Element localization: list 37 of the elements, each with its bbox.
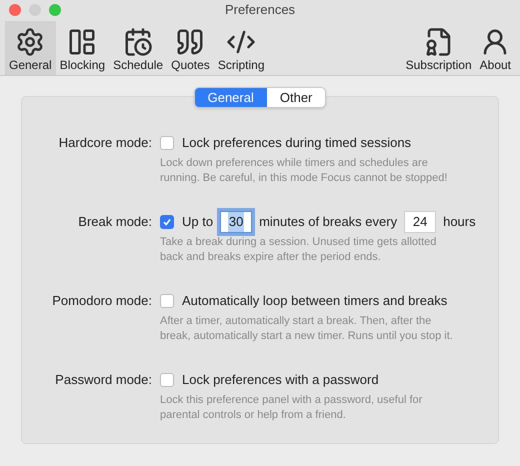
checkmark-icon	[162, 217, 172, 227]
toolbar-tab[interactable]: General	[5, 21, 56, 75]
settings-icon	[15, 27, 46, 57]
checkbox[interactable]	[160, 373, 174, 387]
checkbox[interactable]	[160, 215, 174, 229]
option-text: Lock preferences during timed sessions	[182, 134, 412, 152]
setting-description: Lock this preference panel with a password, useful for parental controls or help from a friend.	[160, 393, 424, 423]
setting-description: After a timer, automatically start a break. Then, after the break, automatically start a new timer. Runs until you stop it.	[160, 314, 454, 344]
option-text: Lock preferences with a password	[182, 371, 379, 390]
option-text: Up to	[182, 213, 214, 232]
setting-label: Password mode:	[54, 371, 153, 389]
setting-label: Hardcore mode:	[58, 134, 153, 152]
option-text: hours	[443, 213, 476, 232]
number-field[interactable]: 24	[404, 211, 436, 233]
zoom-button[interactable]	[49, 4, 61, 16]
window-title: Preferences	[224, 1, 296, 20]
close-button[interactable]	[9, 4, 21, 16]
toolbar-tab[interactable]: Schedule	[109, 21, 168, 75]
checkbox[interactable]	[160, 136, 174, 150]
setting-label: Break mode:	[77, 213, 153, 231]
calendar-clock-icon	[123, 27, 154, 57]
toolbar-tab[interactable]: About	[476, 21, 515, 75]
number-field[interactable]: 30	[220, 211, 252, 233]
window-layout-icon	[67, 27, 98, 57]
setting-description: Take a break during a session. Unused time gets allotted back and breaks expire after the period ends.	[160, 235, 438, 265]
toolbar-tab[interactable]: Quotes	[167, 21, 214, 75]
setting-description: Lock down preferences while timers and schedules are running. Be careful, in this mode Focus cannot be stopped!	[160, 156, 448, 186]
toolbar-tab[interactable]: Scripting	[214, 21, 268, 75]
setting-label: Pomodoro mode:	[51, 292, 153, 310]
segment-tab[interactable]: Other	[266, 88, 326, 107]
segment-tab[interactable]: General	[194, 88, 267, 107]
quote-icon	[175, 27, 206, 57]
toolbar-tab[interactable]: Blocking	[56, 21, 110, 75]
toolbar-tab[interactable]: Subscription	[402, 21, 476, 75]
option-text: minutes of breaks every	[259, 213, 398, 232]
checkbox[interactable]	[160, 294, 174, 308]
option-text: Automatically loop between timers and breaks	[182, 292, 448, 310]
